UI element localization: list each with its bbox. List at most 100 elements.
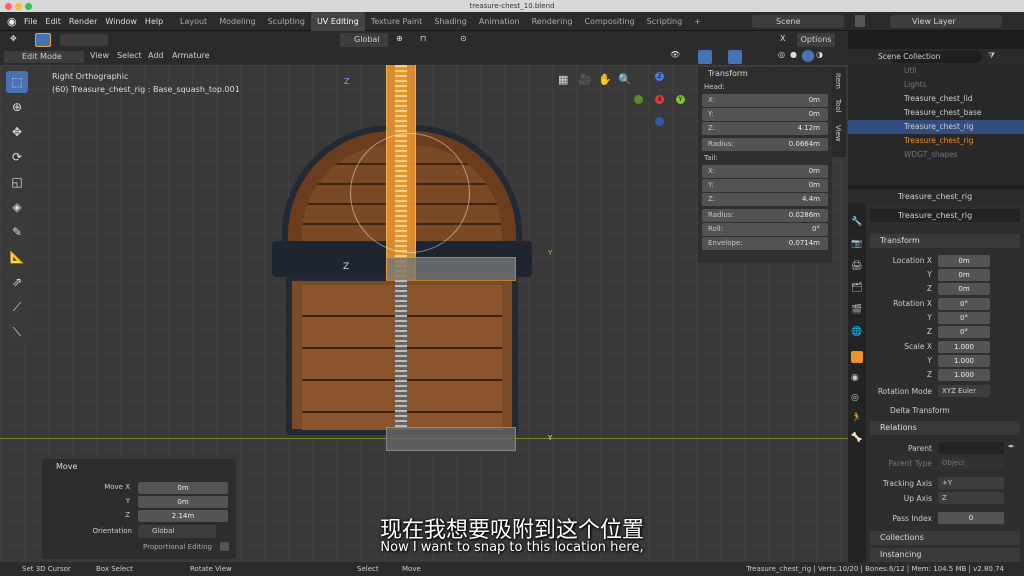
tail-z-field[interactable]: Z: 4.4m	[702, 193, 828, 206]
menu-select[interactable]: Select	[117, 51, 142, 60]
scale-x-field[interactable]: 1.000	[938, 341, 990, 353]
bone-stretch[interactable]	[395, 280, 407, 430]
outliner-item-lights[interactable]: Lights	[848, 78, 1024, 92]
head-radius-field[interactable]: Radius: 0.0664m	[702, 138, 828, 151]
bone-size-tool-icon[interactable]: ⟋	[6, 296, 28, 318]
minimize-window-icon[interactable]	[15, 2, 22, 10]
armature-tab-icon[interactable]: 🏃	[851, 413, 862, 423]
material-shading-icon[interactable]	[802, 50, 814, 62]
visibility-icon[interactable]: 👁	[670, 50, 680, 59]
tab-layout[interactable]: Layout	[174, 12, 213, 31]
scale-tool-icon[interactable]: ◱	[6, 171, 28, 193]
transform-tool-icon-2[interactable]: ◈	[6, 196, 28, 218]
scale-y-field[interactable]: 1.000	[938, 355, 990, 367]
rotation-mode-select[interactable]: XYZ Euler	[938, 385, 990, 397]
object-name-field[interactable]: Treasure_chest_rig	[870, 209, 1020, 222]
roll-field[interactable]: Roll: 0°	[702, 223, 828, 236]
camera-view-icon[interactable]: 🎥	[578, 73, 592, 86]
move-tool-icon[interactable]: ✥	[6, 121, 28, 143]
rotation-z-field[interactable]: 0°	[938, 326, 990, 338]
tab-rendering[interactable]: Rendering	[526, 12, 579, 31]
bone-lid-hinge[interactable]	[386, 257, 516, 281]
world-tab-icon[interactable]: 🌐	[851, 327, 862, 337]
tab-animation[interactable]: Animation	[473, 12, 526, 31]
grid-view-icon[interactable]: ▦	[558, 73, 568, 86]
head-z-field[interactable]: Z: 4.12m	[702, 122, 828, 135]
head-y-field[interactable]: Y: 0m	[702, 108, 828, 121]
tail-y-field[interactable]: Y: 0m	[702, 179, 828, 192]
close-x-icon[interactable]: X	[780, 34, 785, 43]
cursor-tool-icon[interactable]: ⊕	[6, 96, 28, 118]
move-x-field[interactable]: 0m	[138, 482, 228, 494]
physics-tab-icon[interactable]: ◎	[851, 393, 859, 403]
eyedropper-icon[interactable]: ✒	[1008, 442, 1015, 451]
tab-modeling[interactable]: Modeling	[213, 12, 261, 31]
annotate-tool-icon[interactable]: ✎	[6, 221, 28, 243]
select-mode-buttons[interactable]	[60, 34, 108, 46]
parent-field[interactable]	[938, 442, 1004, 454]
relations-section-header[interactable]: Relations	[870, 421, 1020, 435]
tab-item[interactable]: Item	[834, 73, 842, 89]
gizmo-neg-y-icon[interactable]	[634, 95, 643, 104]
bone-base[interactable]	[386, 427, 516, 451]
menu-add[interactable]: Add	[148, 51, 164, 60]
gizmo-neg-z-icon[interactable]	[655, 117, 664, 126]
outliner-item-scene-collection[interactable]: Scene Collection	[848, 50, 1024, 64]
extrude-tool-icon[interactable]: ⇗	[6, 271, 28, 293]
options-button[interactable]: Options	[797, 33, 835, 47]
tab-tool[interactable]: Tool	[834, 99, 842, 113]
close-window-icon[interactable]	[5, 2, 12, 10]
menu-window[interactable]: Window	[105, 12, 137, 31]
gizmo-toggle-icon[interactable]	[698, 50, 712, 64]
view-layer-tab-icon[interactable]: 🗂	[851, 283, 862, 293]
mode-select[interactable]: Edit Mode	[4, 51, 84, 63]
parent-type-select[interactable]: Object	[938, 457, 1004, 469]
move-y-field[interactable]: 0m	[138, 496, 228, 508]
scene-tab-icon[interactable]: 🎬	[851, 305, 862, 315]
location-z-field[interactable]: 0m	[938, 283, 990, 295]
tab-compositing[interactable]: Compositing	[578, 12, 640, 31]
select-box-tool-icon[interactable]	[35, 33, 51, 47]
menu-view[interactable]: View	[90, 51, 109, 60]
tracking-axis-select[interactable]: +Y	[938, 477, 1004, 489]
outliner-item-chest-base[interactable]: Treasure_chest_base	[848, 106, 1024, 120]
outliner-item-chest-rig[interactable]: Treasure_chest_rig	[848, 120, 1024, 134]
tab-sculpting[interactable]: Sculpting	[262, 12, 311, 31]
rendered-shading-icon[interactable]: ◑	[816, 50, 823, 59]
solid-shading-icon[interactable]: ●	[790, 50, 797, 59]
zoom-view-icon[interactable]: 🔍	[618, 73, 632, 86]
gizmo-y-icon[interactable]: Y	[676, 95, 685, 104]
scene-selector[interactable]: Scene	[752, 15, 844, 28]
proportional-edit-icon[interactable]: ⊙	[460, 34, 467, 43]
head-x-field[interactable]: X: 0m	[702, 94, 828, 107]
menu-help[interactable]: Help	[145, 12, 163, 31]
object-tab-icon[interactable]	[851, 351, 863, 363]
bone-envelope-tool-icon[interactable]: ⟍	[6, 321, 28, 343]
wireframe-shading-icon[interactable]: ◎	[778, 50, 785, 59]
gizmo-z-icon[interactable]: Z	[655, 72, 664, 81]
rotation-x-field[interactable]: 0°	[938, 298, 990, 310]
bone-tab-icon[interactable]: 🦴	[851, 433, 862, 443]
pan-view-icon[interactable]: ✋	[598, 73, 612, 86]
tail-x-field[interactable]: X: 0m	[702, 165, 828, 178]
outliner-item-chest-lid[interactable]: Treasure_chest_lid	[848, 92, 1024, 106]
view-layer-selector[interactable]: View Layer	[890, 15, 1002, 28]
measure-tool-icon[interactable]: 📐	[6, 246, 28, 268]
location-x-field[interactable]: 0m	[938, 255, 990, 267]
menu-file[interactable]: File	[24, 12, 37, 31]
overlay-toggle-icon[interactable]	[728, 50, 742, 64]
tab-view[interactable]: View	[834, 125, 842, 142]
transform-orientation-select[interactable]: Global	[340, 33, 388, 47]
outliner-item-util[interactable]: Util	[848, 64, 1024, 78]
transform-section-header[interactable]: Transform	[870, 234, 1020, 248]
outliner-item-wdgt-shapes[interactable]: WDGT_shapes	[848, 148, 1024, 162]
snap-icon[interactable]: ⊓	[420, 34, 426, 43]
copy-scene-icon[interactable]	[855, 15, 865, 27]
tab-scripting[interactable]: Scripting	[641, 12, 689, 31]
add-workspace-icon[interactable]: +	[688, 12, 707, 31]
rotate-tool-icon[interactable]: ⟳	[6, 146, 28, 168]
blender-logo-icon[interactable]: ◉	[7, 15, 17, 28]
viewport-shading-buttons[interactable]: 👁 ◎ ● ◑	[670, 50, 840, 64]
gizmo-x-icon[interactable]: X	[655, 95, 664, 104]
menu-render[interactable]: Render	[69, 12, 97, 31]
